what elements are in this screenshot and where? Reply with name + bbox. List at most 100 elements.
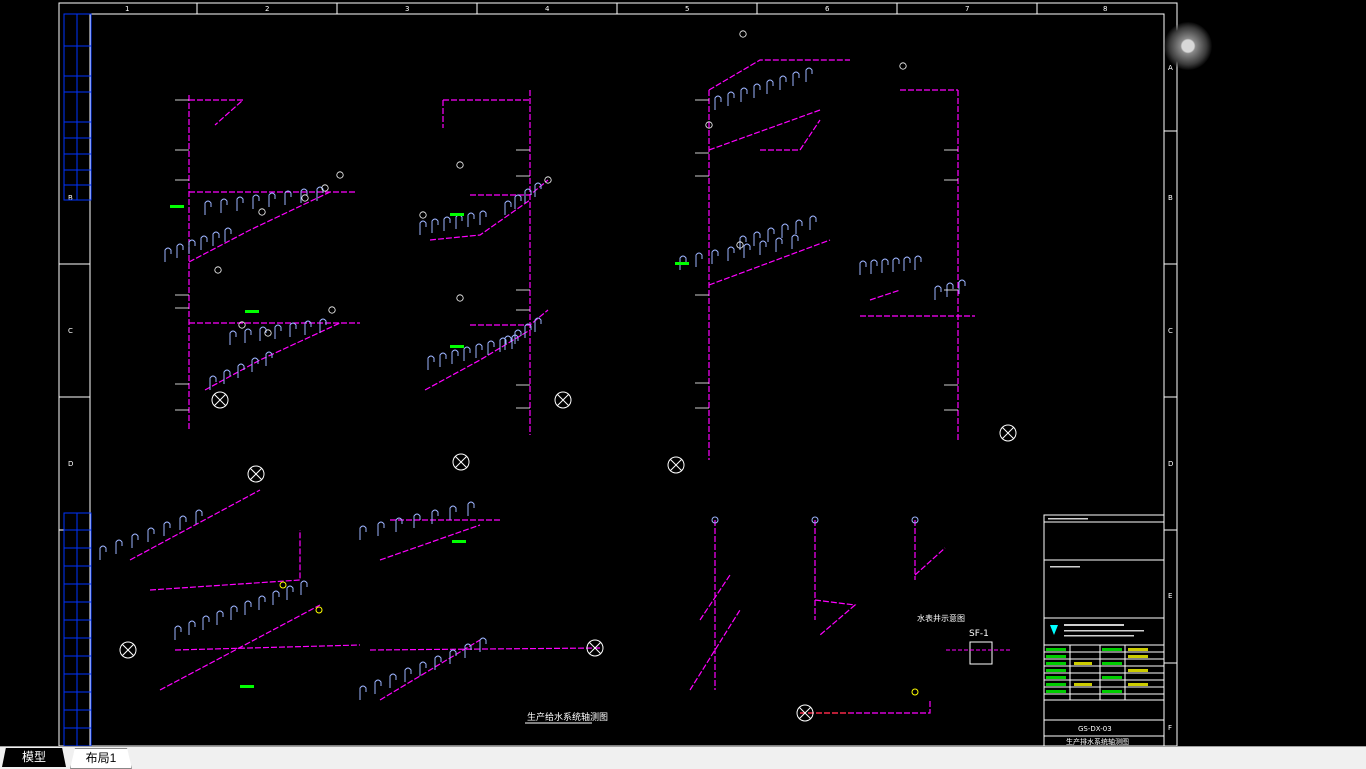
- fixture-symbol: [174, 625, 182, 640]
- pipe-segment: [869, 289, 901, 301]
- tab-model[interactable]: 模型: [2, 748, 66, 767]
- reference-tag: [301, 194, 309, 202]
- fixture-symbol: [244, 328, 252, 343]
- fixture-symbol: [451, 349, 459, 364]
- fixture-symbol: [479, 210, 487, 225]
- pipe-segment: [159, 604, 321, 691]
- drawing-number: GS-DX-03: [1078, 725, 1112, 733]
- signature-panel-bottom: [63, 512, 92, 747]
- fixture-symbol: [202, 615, 210, 630]
- fixture-symbol: [147, 527, 155, 542]
- fixture-symbol: [251, 357, 259, 372]
- title-block-filler: [1048, 518, 1144, 637]
- green-annotation: [245, 310, 259, 313]
- fixture-symbol: [212, 231, 220, 246]
- fixture-symbol: [300, 580, 308, 595]
- pipe-segment: [800, 700, 931, 714]
- fixture-symbol: [431, 218, 439, 233]
- fixture-symbol: [131, 533, 139, 548]
- col-label: 1: [125, 5, 129, 13]
- fixture-symbol: [99, 545, 107, 560]
- fixture-symbol: [434, 655, 442, 670]
- pipe-segment: [424, 329, 531, 391]
- fixture-symbol: [455, 214, 463, 229]
- fixture-symbol: [265, 351, 273, 366]
- row-label: C: [68, 327, 73, 335]
- fixture-symbol: [753, 231, 761, 246]
- row-label: B: [68, 194, 73, 202]
- fixture-symbol: [179, 515, 187, 530]
- fixture-symbol: [740, 87, 748, 102]
- row-label: D: [68, 460, 73, 468]
- fixture-symbol: [443, 216, 451, 231]
- fixture-symbol: [711, 249, 719, 264]
- section-marker: [119, 641, 137, 659]
- row-label: D: [1168, 460, 1173, 468]
- fixture-symbol: [449, 505, 457, 520]
- title-block-green-cells: [1046, 648, 1122, 693]
- pipe-network: [129, 59, 975, 714]
- section-marker: [667, 456, 685, 474]
- fixture-symbol: [958, 279, 966, 294]
- col-label: 8: [1103, 5, 1107, 13]
- tab-layout1[interactable]: 布局1: [70, 748, 132, 769]
- fixture-symbol: [805, 67, 813, 82]
- pipe-segment: [708, 239, 831, 286]
- row-label: C: [1168, 327, 1173, 335]
- fixture-symbol: [792, 71, 800, 86]
- pipe-segment: [814, 599, 857, 636]
- navigation-wheel-icon[interactable]: [1164, 22, 1212, 70]
- section-marker: [554, 391, 572, 409]
- column-labels: 1 2 3 4 5 6 7 8: [125, 5, 1107, 13]
- signature-panel-top: [63, 13, 92, 201]
- fixture-symbol: [775, 237, 783, 252]
- fixture-symbol: [767, 227, 775, 242]
- fixture-symbol: [467, 501, 475, 516]
- inner-frame: [89, 13, 1165, 747]
- green-annotation: [240, 685, 254, 688]
- fixture-symbol: [230, 605, 238, 620]
- fixture-symbol: [374, 679, 382, 694]
- pipe-segment: [470, 179, 549, 196]
- green-annotation: [452, 540, 466, 543]
- fixture-symbol: [766, 79, 774, 94]
- sf-box: [969, 641, 993, 665]
- fixture-symbol: [467, 212, 475, 227]
- reference-tag: [456, 294, 464, 302]
- fixture-symbol: [359, 525, 367, 540]
- fixture-symbol: [479, 637, 487, 652]
- fixture-symbol: [870, 259, 878, 274]
- drawing-canvas[interactable]: 1 2 3 4 5 6 7 8 A B C D E F B C D 生产给水系统…: [0, 0, 1366, 747]
- col-label: 5: [685, 5, 689, 13]
- fixture-symbol: [359, 685, 367, 700]
- reference-tag: [899, 62, 907, 70]
- pipe-segment: [470, 309, 549, 326]
- yellow-tag: [279, 581, 287, 589]
- fixture-symbol: [188, 620, 196, 635]
- fixture-symbol: [934, 285, 942, 300]
- green-annotation: [675, 262, 689, 265]
- fixture-symbol: [504, 200, 512, 215]
- fixture-symbol: [779, 75, 787, 90]
- yellow-tag: [911, 688, 919, 696]
- fixture-symbol: [427, 355, 435, 370]
- fixture-symbol: [252, 194, 260, 209]
- col-label: 7: [965, 5, 969, 13]
- pipe-segment: [129, 489, 261, 561]
- fixture-symbol: [244, 600, 252, 615]
- fixture-symbol: [743, 243, 751, 258]
- column-ruler: [196, 3, 1038, 14]
- section-marker: [999, 424, 1017, 442]
- green-annotation: [450, 345, 464, 348]
- fixture-symbol: [859, 260, 867, 275]
- fixture-symbol: [176, 243, 184, 258]
- fixture-symbol: [284, 190, 292, 205]
- caption-supply-system: 生产给水系统轴测图: [527, 711, 608, 723]
- reference-tag: [258, 208, 266, 216]
- fixture-symbol: [727, 91, 735, 106]
- fixture-symbol: [188, 239, 196, 254]
- row-label: B: [1168, 194, 1173, 202]
- fixture-symbol: [759, 240, 767, 255]
- row-label: F: [1168, 724, 1172, 732]
- cad-drawing[interactable]: 1 2 3 4 5 6 7 8 A B C D E F B C D 生产给水系统…: [0, 0, 1366, 747]
